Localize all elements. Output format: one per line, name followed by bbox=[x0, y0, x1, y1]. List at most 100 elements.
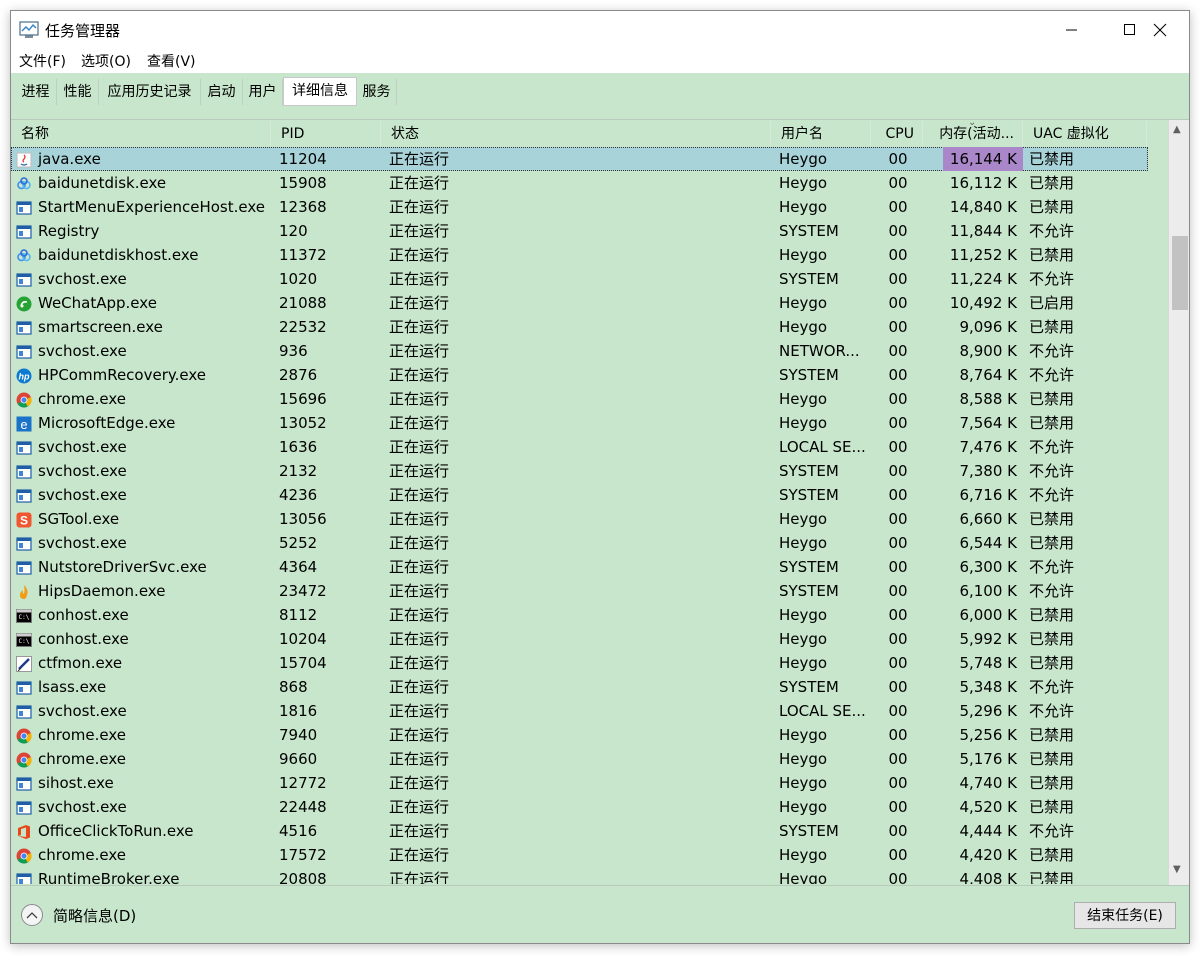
menu-file[interactable]: 文件(F) bbox=[19, 51, 66, 71]
process-pid: 15704 bbox=[279, 654, 327, 672]
process-uac: 已禁用 bbox=[1029, 606, 1075, 624]
process-cpu: 00 bbox=[888, 486, 908, 504]
table-row[interactable]: svchost.exe 1020 正在运行 SYSTEM 00 11,224 K 不允许 bbox=[11, 267, 1148, 291]
process-name: svchost.exe bbox=[38, 462, 127, 480]
process-cpu: 00 bbox=[888, 822, 908, 840]
table-row[interactable]: C:\ conhost.exe 8112 正在运行 Heygo 00 6,000 K 已禁用 bbox=[11, 603, 1148, 627]
process-status: 正在运行 bbox=[389, 606, 450, 624]
process-uac: 已禁用 bbox=[1029, 774, 1075, 792]
tab-services[interactable]: 服务 bbox=[357, 79, 397, 105]
tab-performance[interactable]: 性能 bbox=[57, 79, 99, 105]
table-row[interactable]: Registry 120 正在运行 SYSTEM 00 11,844 K 不允许 bbox=[11, 219, 1148, 243]
process-uac: 不允许 bbox=[1029, 558, 1075, 576]
process-user: Heygo bbox=[779, 654, 828, 672]
process-pid: 20808 bbox=[279, 870, 327, 884]
table-row[interactable]: C:\ conhost.exe 10204 正在运行 Heygo 00 5,992 K 已禁用 bbox=[11, 627, 1148, 651]
table-row[interactable]: chrome.exe 15696 正在运行 Heygo 00 8,588 K 已禁用 bbox=[11, 387, 1148, 411]
table-row[interactable]: sihost.exe 12772 正在运行 Heygo 00 4,740 K 已禁用 bbox=[11, 771, 1148, 795]
table-row[interactable]: chrome.exe 9660 正在运行 Heygo 00 5,176 K 已禁用 bbox=[11, 747, 1148, 771]
process-memory: 14,840 K bbox=[949, 198, 1017, 216]
tab-details[interactable]: 详细信息 bbox=[283, 77, 357, 106]
column-header-name[interactable]: 名称 bbox=[11, 121, 271, 147]
menu-view[interactable]: 查看(V) bbox=[147, 51, 196, 71]
table-row[interactable]: svchost.exe 5252 正在运行 Heygo 00 6,544 K 已禁用 bbox=[11, 531, 1148, 555]
process-status: 正在运行 bbox=[389, 822, 450, 840]
table-row[interactable]: java.exe 11204 正在运行 Heygo 00 16,144 K 已禁用 bbox=[11, 147, 1148, 171]
column-header-row: 名称 PID 状态 用户名 CPU 内存(活动... UAC 虚拟化 ⌄ bbox=[11, 117, 1168, 147]
process-pid: 23472 bbox=[279, 582, 327, 600]
process-user: SYSTEM bbox=[779, 486, 839, 504]
table-row[interactable]: svchost.exe 936 正在运行 NETWOR... 00 8,900 K 不允许 bbox=[11, 339, 1148, 363]
scrollbar-thumb[interactable] bbox=[1172, 236, 1188, 310]
process-cpu: 00 bbox=[888, 750, 908, 768]
process-status: 正在运行 bbox=[389, 582, 450, 600]
chrome-icon bbox=[16, 391, 32, 408]
table-row[interactable]: hp HPCommRecovery.exe 2876 正在运行 SYSTEM 00 8,76… bbox=[11, 363, 1148, 387]
table-row[interactable]: ctfmon.exe 15704 正在运行 Heygo 00 5,748 K 已禁用 bbox=[11, 651, 1148, 675]
fewer-details-toggle[interactable] bbox=[21, 904, 43, 926]
process-uac: 已禁用 bbox=[1029, 318, 1075, 336]
table-row[interactable]: e MicrosoftEdge.exe 13052 正在运行 Heygo 00 7,564 … bbox=[11, 411, 1148, 435]
tab-startup[interactable]: 启动 bbox=[201, 79, 243, 105]
table-row[interactable]: HipsDaemon.exe 23472 正在运行 SYSTEM 00 6,100 K 不允… bbox=[11, 579, 1148, 603]
column-header-cpu[interactable]: CPU bbox=[871, 121, 923, 147]
process-user: Heygo bbox=[779, 606, 828, 624]
process-cpu: 00 bbox=[888, 606, 908, 624]
table-row[interactable]: smartscreen.exe 22532 正在运行 Heygo 00 9,096 K 已禁… bbox=[11, 315, 1148, 339]
tab-app-history[interactable]: 应用历史记录 bbox=[99, 79, 201, 105]
process-user: Heygo bbox=[779, 870, 828, 884]
table-row[interactable]: svchost.exe 1636 正在运行 LOCAL SE... 00 7,476 K 不… bbox=[11, 435, 1148, 459]
process-user: SYSTEM bbox=[779, 678, 839, 696]
column-header-user[interactable]: 用户名 bbox=[771, 121, 871, 147]
table-row[interactable]: StartMenuExperienceHost.exe 12368 正在运行 Heyg… bbox=[11, 195, 1148, 219]
process-pid: 936 bbox=[279, 342, 308, 360]
menu-bar: 文件(F) 选项(O) 查看(V) bbox=[11, 49, 1189, 73]
table-row[interactable]: svchost.exe 1816 正在运行 LOCAL SE... 00 5,296 K 不… bbox=[11, 699, 1148, 723]
process-user: Heygo bbox=[779, 534, 828, 552]
process-cpu: 00 bbox=[888, 342, 908, 360]
scroll-down-icon[interactable]: ▼ bbox=[1173, 864, 1181, 875]
process-status: 正在运行 bbox=[389, 462, 450, 480]
table-row[interactable]: OfficeClickToRun.exe 4516 正在运行 SYSTEM 00 4,44… bbox=[11, 819, 1148, 843]
scroll-up-icon[interactable]: ▲ bbox=[1173, 124, 1181, 135]
chevron-up-icon bbox=[26, 912, 38, 919]
column-header-status[interactable]: 状态 bbox=[381, 121, 771, 147]
vertical-scrollbar[interactable]: ▲ ▼ bbox=[1168, 120, 1189, 885]
process-uac: 已禁用 bbox=[1029, 174, 1075, 192]
console-icon: C:\ bbox=[16, 607, 32, 623]
office-icon bbox=[16, 823, 32, 839]
table-row[interactable]: WeChatApp.exe 21088 正在运行 Heygo 00 10,492 K 已启用 bbox=[11, 291, 1148, 315]
table-row[interactable]: NutstoreDriverSvc.exe 4364 正在运行 SYSTEM 00 6,3… bbox=[11, 555, 1148, 579]
tab-processes[interactable]: 进程 bbox=[15, 79, 57, 105]
process-user: LOCAL SE... bbox=[779, 438, 866, 456]
end-task-button[interactable]: 结束任务(E) bbox=[1074, 902, 1176, 929]
process-uac: 不允许 bbox=[1029, 486, 1075, 504]
close-button[interactable] bbox=[1131, 11, 1189, 49]
process-status: 正在运行 bbox=[389, 846, 450, 864]
table-row[interactable]: baidunetdisk.exe 15908 正在运行 Heygo 00 16,112 K… bbox=[11, 171, 1148, 195]
menu-options[interactable]: 选项(O) bbox=[81, 51, 131, 71]
table-row[interactable]: S SGTool.exe 13056 正在运行 Heygo 00 6,660 K 已禁用 bbox=[11, 507, 1148, 531]
table-row[interactable]: chrome.exe 17572 正在运行 Heygo 00 4,420 K 已禁用 bbox=[11, 843, 1148, 867]
tab-users[interactable]: 用户 bbox=[243, 79, 283, 105]
title-bar[interactable]: 任务管理器 bbox=[11, 11, 1189, 49]
process-cpu: 00 bbox=[888, 390, 908, 408]
process-name: svchost.exe bbox=[38, 270, 127, 288]
process-status: 正在运行 bbox=[389, 654, 450, 672]
process-cpu: 00 bbox=[888, 582, 908, 600]
process-status: 正在运行 bbox=[389, 678, 450, 696]
minimize-button[interactable] bbox=[1043, 11, 1101, 49]
process-pid: 5252 bbox=[279, 534, 318, 552]
table-row[interactable]: baidunetdiskhost.exe 11372 正在运行 Heygo 00 11,2… bbox=[11, 243, 1148, 267]
table-row[interactable]: svchost.exe 4236 正在运行 SYSTEM 00 6,716 K 不允许 bbox=[11, 483, 1148, 507]
fewer-details-link[interactable]: 简略信息(D) bbox=[53, 905, 136, 926]
table-row[interactable]: RuntimeBroker.exe 20808 正在运行 Heygo 00 4,408 K… bbox=[11, 867, 1148, 884]
process-status: 正在运行 bbox=[389, 630, 450, 648]
table-row[interactable]: svchost.exe 22448 正在运行 Heygo 00 4,520 K 已禁用 bbox=[11, 795, 1148, 819]
column-header-uac[interactable]: UAC 虚拟化 bbox=[1023, 121, 1147, 147]
table-row[interactable]: chrome.exe 7940 正在运行 Heygo 00 5,256 K 已禁用 bbox=[11, 723, 1148, 747]
table-row[interactable]: svchost.exe 2132 正在运行 SYSTEM 00 7,380 K 不允许 bbox=[11, 459, 1148, 483]
process-memory: 5,748 K bbox=[959, 654, 1017, 672]
table-row[interactable]: lsass.exe 868 正在运行 SYSTEM 00 5,348 K 不允许 bbox=[11, 675, 1148, 699]
column-header-pid[interactable]: PID bbox=[271, 121, 381, 147]
